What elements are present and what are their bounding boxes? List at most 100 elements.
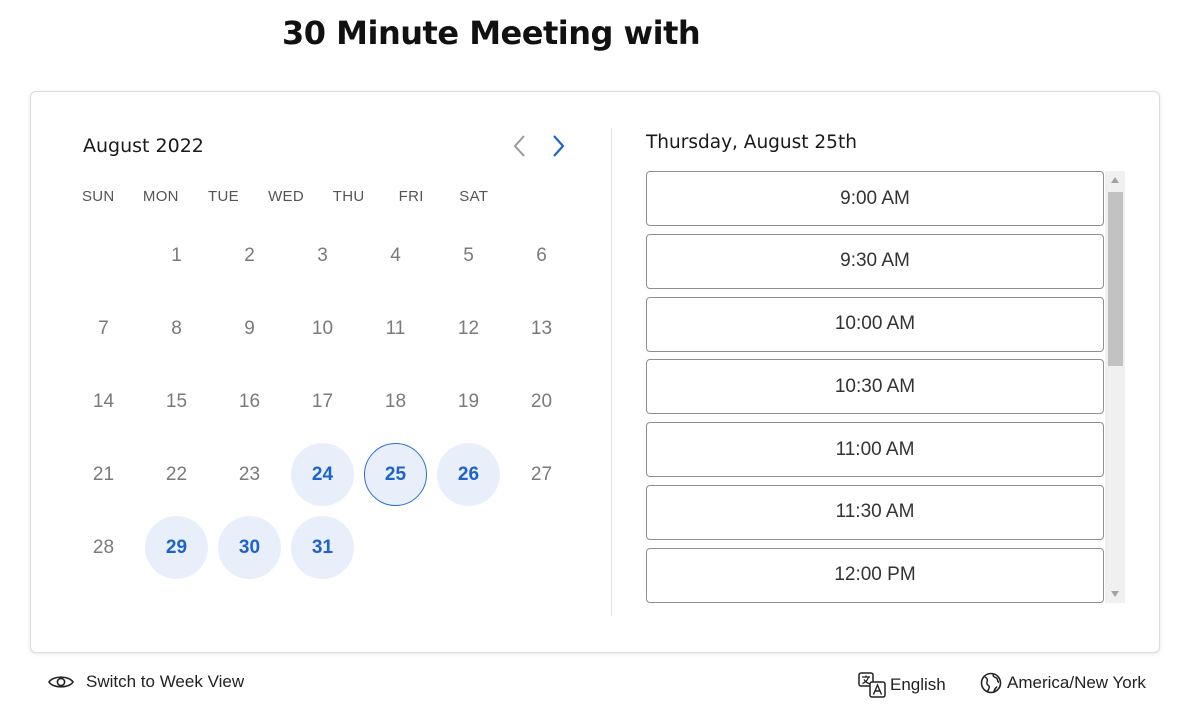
day-number: 6 [536, 244, 547, 266]
timezone-selector[interactable]: America/New York [980, 672, 1146, 694]
day-number: 7 [98, 317, 109, 339]
triangle-up-icon [1111, 177, 1119, 183]
day-number: 12 [457, 317, 480, 339]
language-selector[interactable]: English [858, 672, 946, 698]
day-number[interactable]: 29 [145, 516, 208, 579]
calendar-day: 4 [359, 219, 432, 292]
calendar-day: 10 [286, 292, 359, 365]
day-number: 14 [92, 390, 115, 412]
day-number: 21 [92, 463, 115, 485]
day-number: 13 [530, 317, 553, 339]
page-title: 30 Minute Meeting with [282, 14, 701, 52]
calendar-day: 19 [432, 365, 505, 438]
calendar-day: 7 [67, 292, 140, 365]
day-number: 17 [311, 390, 334, 412]
calendar-day: 17 [286, 365, 359, 438]
weekday-header: SUN MON TUE WED THU FRI SAT [67, 188, 505, 205]
day-number: 5 [463, 244, 474, 266]
calendar-day-selected[interactable]: 25 [359, 438, 432, 511]
calendar-day-available[interactable]: 31 [286, 511, 359, 584]
calendar-day: 1 [140, 219, 213, 292]
day-number: 3 [317, 244, 328, 266]
calendar-day: 23 [213, 438, 286, 511]
scroll-down-button[interactable] [1105, 585, 1125, 603]
time-slot-button[interactable]: 9:00 AM [646, 171, 1104, 226]
day-number[interactable]: 24 [291, 443, 354, 506]
day-number[interactable]: 31 [291, 516, 354, 579]
time-slot-button[interactable]: 10:00 AM [646, 296, 1104, 352]
weekday-label: SUN [82, 188, 115, 205]
weekday-label: SAT [459, 188, 489, 205]
day-number: 19 [457, 390, 480, 412]
day-number: 8 [171, 317, 182, 339]
day-number: 18 [384, 390, 407, 412]
day-number[interactable]: 25 [364, 443, 427, 506]
selected-date-heading: Thursday, August 25th [646, 132, 857, 153]
next-month-button[interactable] [545, 132, 571, 160]
day-number[interactable]: 26 [437, 443, 500, 506]
calendar-day: 21 [67, 438, 140, 511]
day-number: 2 [244, 244, 255, 266]
weekday-label: MON [142, 188, 179, 205]
calendar-day-available[interactable]: 29 [140, 511, 213, 584]
calendar-day-available[interactable]: 24 [286, 438, 359, 511]
globe-icon [980, 672, 1002, 694]
day-number: 15 [165, 390, 188, 412]
time-slot-list: 9:00 AM 9:30 AM 10:00 AM 10:30 AM 11:00 AM 11… [646, 171, 1106, 603]
week-view-label: Switch to Week View [86, 672, 245, 691]
panel-divider [611, 128, 612, 616]
chevron-right-icon [553, 135, 565, 157]
day-number: 28 [92, 536, 115, 558]
calendar-day: 6 [505, 219, 578, 292]
calendar-grid: 1 2 3 4 5 6 7 8 9 10 11 12 13 14 15 16 17 18 19 20 21 22 23 24 2… [67, 219, 552, 584]
weekday-label: TUE [207, 188, 239, 205]
day-number: 27 [530, 463, 553, 485]
day-number: 23 [238, 463, 261, 485]
eye-icon [48, 674, 74, 690]
day-number: 9 [244, 317, 255, 339]
calendar-day: 16 [213, 365, 286, 438]
day-number: 22 [165, 463, 188, 485]
calendar-day: 11 [359, 292, 432, 365]
day-number[interactable]: 30 [218, 516, 281, 579]
triangle-down-icon [1111, 591, 1119, 597]
scroll-thumb[interactable] [1108, 192, 1123, 366]
time-slot-button[interactable]: 10:30 AM [646, 359, 1104, 415]
chevron-left-icon [513, 135, 525, 157]
calendar-day: 20 [505, 365, 578, 438]
scroll-up-button[interactable] [1105, 171, 1125, 189]
language-label: English [890, 675, 946, 694]
time-slot-button[interactable]: 11:00 AM [646, 422, 1104, 478]
time-slot-scrollbar[interactable] [1105, 171, 1125, 603]
calendar-day: 14 [67, 365, 140, 438]
translate-icon [858, 672, 886, 698]
calendar-day: 9 [213, 292, 286, 365]
calendar-day: 2 [213, 219, 286, 292]
weekday-label: WED [268, 188, 304, 205]
empty-day-cell [67, 219, 140, 292]
calendar-day: 28 [67, 511, 140, 584]
day-number: 11 [385, 317, 406, 339]
day-number: 16 [238, 390, 261, 412]
calendar-day: 22 [140, 438, 213, 511]
calendar-day-available[interactable]: 26 [432, 438, 505, 511]
calendar-day: 27 [505, 438, 578, 511]
weekday-label: THU [332, 188, 365, 205]
time-slot-button[interactable]: 9:30 AM [646, 233, 1104, 289]
booking-card: August 2022 SUN MON TUE WED THU FRI SAT … [30, 91, 1160, 653]
calendar-day: 8 [140, 292, 213, 365]
previous-month-button[interactable] [507, 132, 533, 160]
calendar-day: 3 [286, 219, 359, 292]
day-number: 10 [311, 317, 334, 339]
weekday-label: FRI [398, 188, 424, 205]
day-number: 20 [530, 390, 553, 412]
calendar-day-available[interactable]: 30 [213, 511, 286, 584]
month-label: August 2022 [83, 135, 204, 157]
switch-week-view-button[interactable]: Switch to Week View [48, 672, 244, 692]
time-slot-button[interactable]: 12:00 PM [646, 547, 1104, 603]
calendar-day: 15 [140, 365, 213, 438]
day-number: 1 [171, 244, 182, 266]
calendar-day: 13 [505, 292, 578, 365]
time-slot-button[interactable]: 11:30 AM [646, 484, 1104, 540]
timezone-label: America/New York [1007, 673, 1146, 692]
